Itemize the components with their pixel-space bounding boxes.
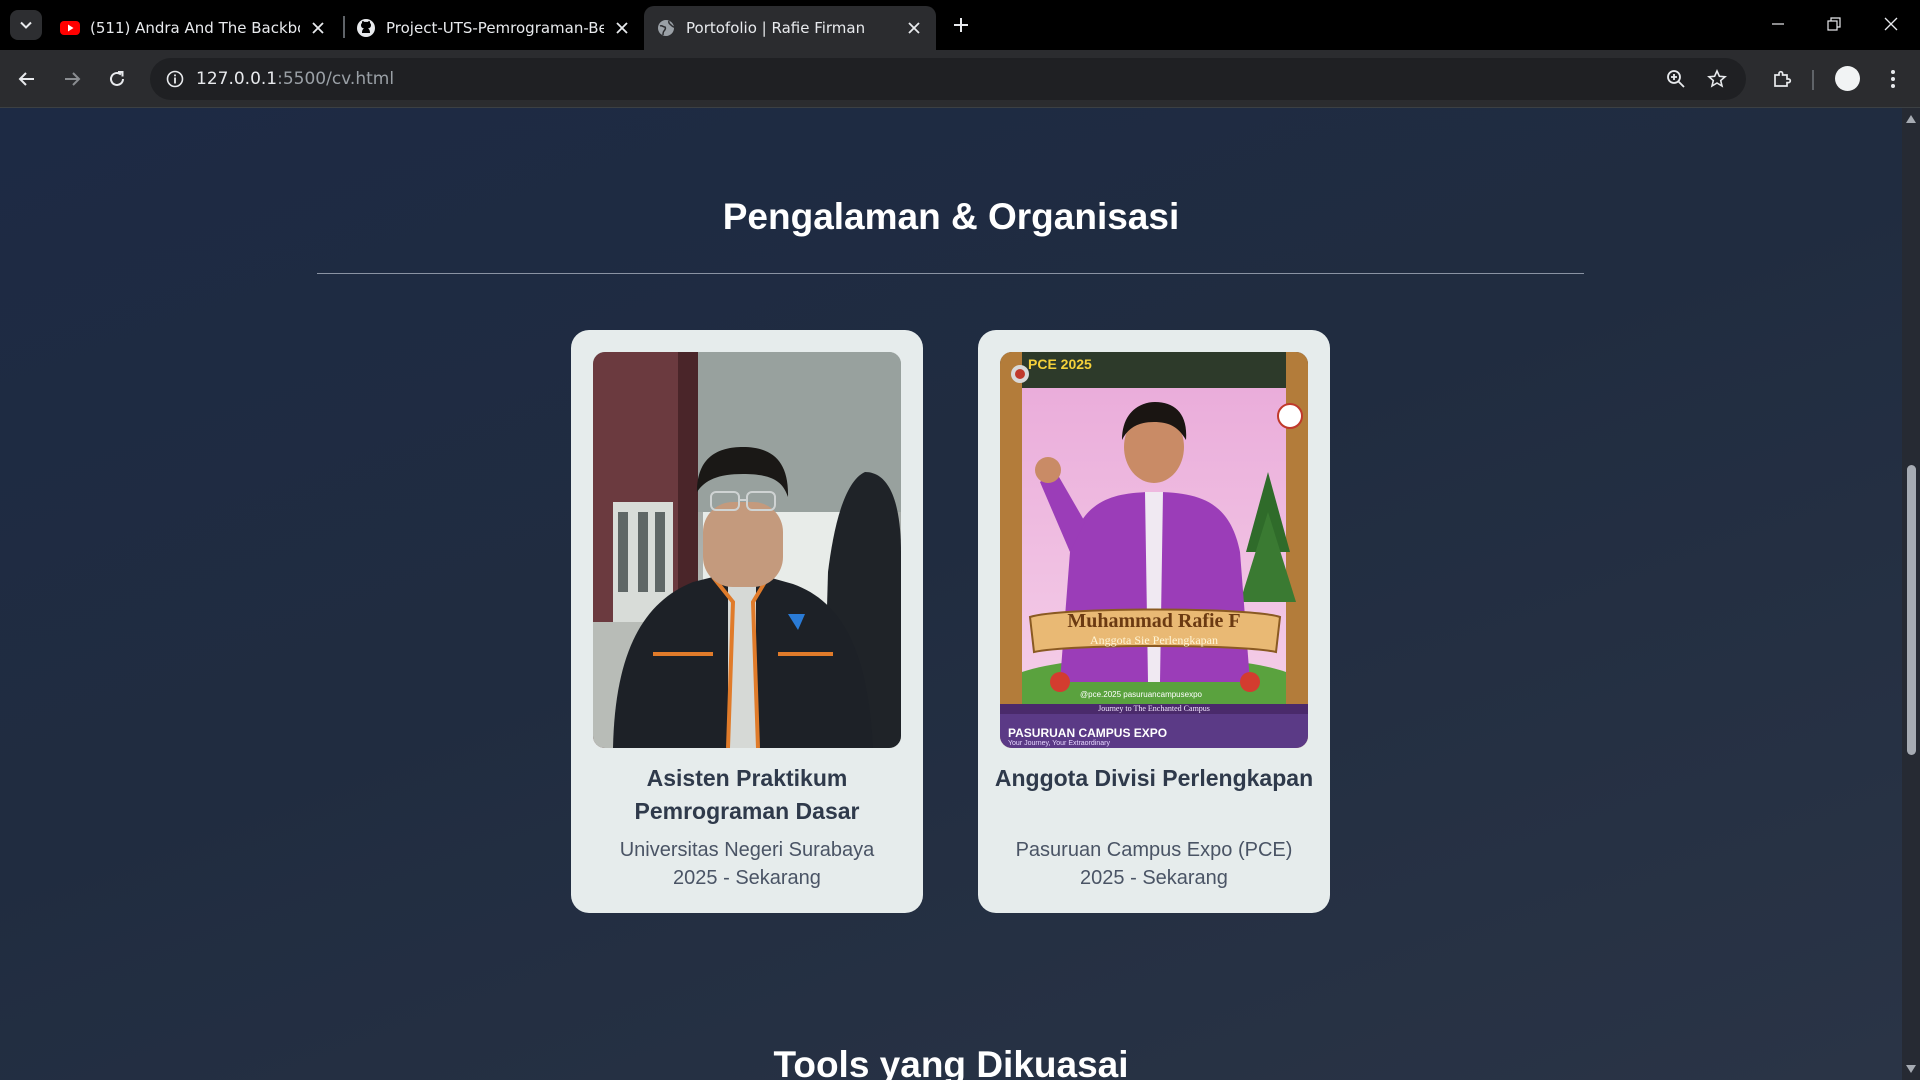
back-button[interactable] xyxy=(11,63,43,95)
vertical-scrollbar[interactable] xyxy=(1902,108,1920,1080)
restore-icon xyxy=(1827,17,1841,31)
arrow-left-icon xyxy=(18,72,34,86)
zoom-icon xyxy=(1667,70,1685,88)
triangle-up-icon xyxy=(1906,115,1916,123)
poster-banner-sub: Anggota Sie Perlengkapan xyxy=(1090,633,1218,647)
reload-button[interactable] xyxy=(101,63,133,95)
minimize-button[interactable] xyxy=(1758,8,1798,40)
poster-social: @pce.2025 pasuruancampusexpo xyxy=(1080,690,1202,699)
restore-button[interactable] xyxy=(1814,8,1854,40)
close-icon[interactable] xyxy=(904,18,924,38)
experience-period: 2025 - Sekarang xyxy=(673,867,821,889)
window-close-button[interactable] xyxy=(1871,8,1911,40)
section-divider xyxy=(317,273,1584,274)
site-info-button[interactable] xyxy=(160,64,190,94)
tab-title: Portofolio | Rafie Firman xyxy=(686,19,866,37)
menu-button[interactable] xyxy=(1877,63,1909,95)
tab-strip: (511) Andra And The Backbone Project-UTS… xyxy=(0,0,1920,50)
scroll-down-arrow[interactable] xyxy=(1906,1064,1916,1074)
minimize-icon xyxy=(1772,23,1784,25)
poster-banner-name: Muhammad Rafie F xyxy=(1067,610,1241,632)
extensions-button[interactable] xyxy=(1766,63,1798,95)
profile-avatar[interactable] xyxy=(1835,66,1860,91)
triangle-down-icon xyxy=(1906,1065,1916,1073)
scrollbar-thumb[interactable] xyxy=(1907,465,1916,755)
experience-period: 2025 - Sekarang xyxy=(1080,867,1228,889)
page-viewport: Pengalaman & Organisasi Asisten Praktiku… xyxy=(0,108,1902,1080)
youtube-icon xyxy=(60,18,80,38)
poster-tagline: Journey to The Enchanted Campus xyxy=(1098,704,1210,713)
info-icon xyxy=(166,70,184,88)
forward-button[interactable] xyxy=(56,63,88,95)
url-host: 127.0.0.1 xyxy=(196,69,278,89)
tools-heading: Tools yang Dikuasai xyxy=(773,1044,1129,1080)
experience-organization: Pasuruan Campus Expo (PCE) xyxy=(1015,839,1293,861)
tab-youtube[interactable]: (511) Andra And The Backbone xyxy=(48,6,340,50)
globe-icon xyxy=(656,18,676,38)
arrow-right-icon xyxy=(65,72,81,86)
poster-footer-sub: Your Journey, Your Extraordinary xyxy=(1008,740,1110,747)
puzzle-icon xyxy=(1774,70,1792,87)
chevron-down-icon xyxy=(20,21,32,29)
tab-search-button[interactable] xyxy=(10,10,42,40)
scroll-up-arrow[interactable] xyxy=(1906,114,1916,124)
poster-footer-title: PASURUAN CAMPUS EXPO xyxy=(1008,726,1168,740)
experience-photo xyxy=(593,352,901,748)
new-tab-button[interactable] xyxy=(948,12,974,38)
plus-icon xyxy=(954,18,968,32)
url-path: :5500/cv.html xyxy=(277,69,395,89)
experience-card: Asisten Praktikum Pemrograman Dasar Univ… xyxy=(571,330,923,913)
experience-role: Anggota Divisi Perlengkapan xyxy=(994,765,1314,791)
bookmark-button[interactable] xyxy=(1702,64,1732,94)
tab-github[interactable]: Project-UTS-Pemrograman-Berbasis-Web xyxy=(344,6,644,50)
url-text[interactable]: 127.0.0.1:5500/cv.html xyxy=(196,58,394,100)
browser-toolbar: 127.0.0.1:5500/cv.html xyxy=(0,50,1920,108)
tab-portfolio[interactable]: Portofolio | Rafie Firman xyxy=(644,6,936,50)
star-icon xyxy=(1707,69,1727,88)
close-icon[interactable] xyxy=(308,18,328,38)
close-icon xyxy=(1884,17,1898,31)
experience-heading: Pengalaman & Organisasi xyxy=(722,196,1180,237)
tab-title: Project-UTS-Pemrograman-Berbasis-Web xyxy=(386,19,604,37)
github-icon xyxy=(356,18,376,38)
experience-role: Asisten Praktikum Pemrograman Dasar xyxy=(634,765,860,824)
address-bar[interactable]: 127.0.0.1:5500/cv.html xyxy=(150,58,1746,100)
reload-icon xyxy=(110,71,124,86)
experience-organization: Universitas Negeri Surabaya xyxy=(619,839,875,861)
experience-photo: PCE 2025 Muhammad Rafie F Anggota Sie Pe… xyxy=(1000,352,1308,748)
tab-title: (511) Andra And The Backbone xyxy=(90,19,300,37)
poster-badge: PCE 2025 xyxy=(1028,356,1092,372)
close-icon[interactable] xyxy=(612,18,632,38)
more-vert-icon xyxy=(1891,70,1895,88)
toolbar-divider xyxy=(1812,70,1814,90)
zoom-button[interactable] xyxy=(1661,64,1691,94)
experience-card: PCE 2025 Muhammad Rafie F Anggota Sie Pe… xyxy=(978,330,1330,913)
